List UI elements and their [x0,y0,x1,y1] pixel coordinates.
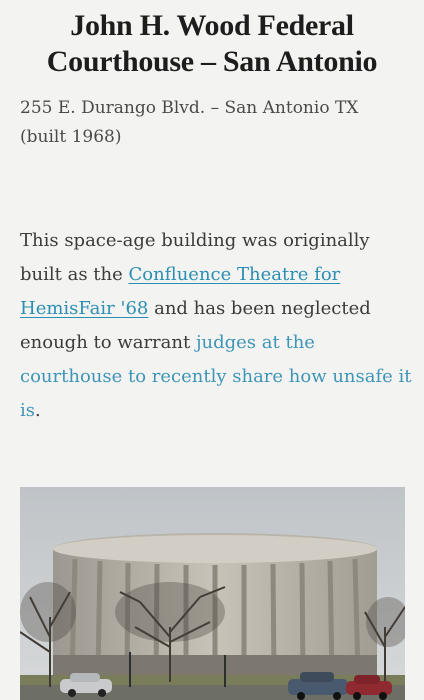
title-line-2: Courthouse – San Antonio [46,45,378,78]
address-line: 255 E. Durango Blvd. – San Antonio TX [20,98,359,118]
title-line-1: John H. Wood Federal [70,9,354,42]
courthouse-photo [20,487,405,700]
address-block: 255 E. Durango Blvd. – San Antonio TX (b… [20,94,410,152]
built-year: (built 1968) [20,127,122,147]
article-card: John H. Wood Federal Courthouse – San An… [0,0,424,700]
article-body: This space-age building was originally b… [20,224,415,428]
body-text-end: . [35,400,41,421]
page-title: John H. Wood Federal Courthouse – San An… [0,8,424,80]
